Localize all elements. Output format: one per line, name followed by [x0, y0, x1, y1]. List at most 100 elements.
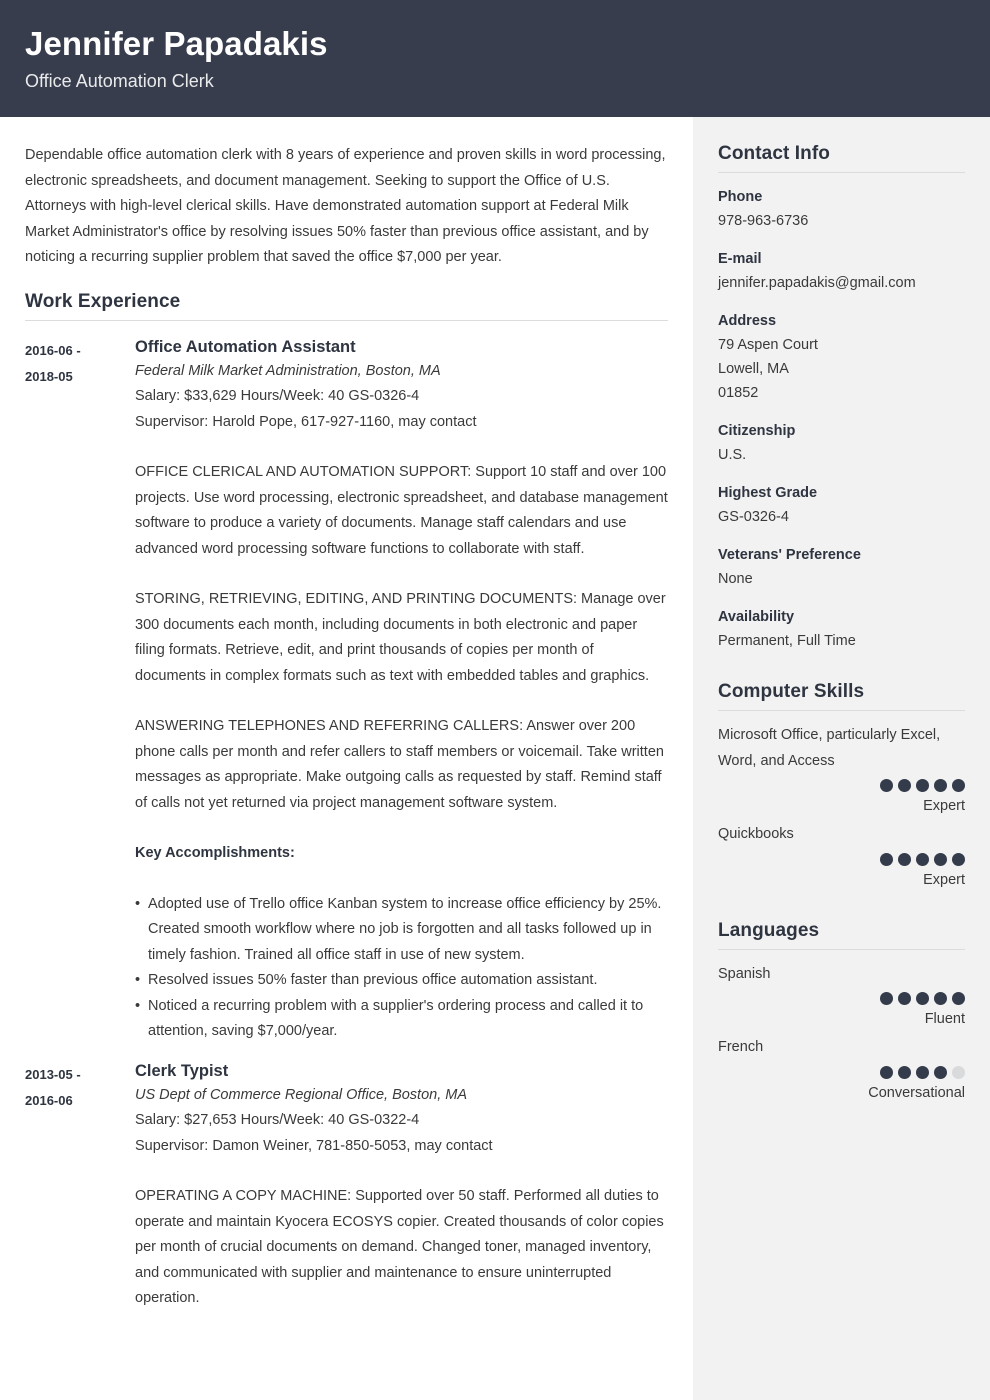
computer-skill-level: Expert: [923, 871, 965, 888]
contact-value: GS-0326-4: [718, 505, 965, 529]
rating-dot-filled: [916, 992, 929, 1005]
job-description-paragraph: OPERATING A COPY MACHINE: Supported over…: [135, 1188, 664, 1306]
main-column: Dependable office automation clerk with …: [0, 117, 693, 1400]
job-salary-line: Salary: $33,629 Hours/Week: 40 GS-0326-4: [135, 388, 420, 404]
computer-skill-name: Quickbooks: [718, 826, 794, 842]
rating-dot-filled: [952, 779, 965, 792]
key-accomplishments-list: Adopted use of Trello office Kanban syst…: [135, 892, 668, 1045]
contact-value: U.S.: [718, 443, 965, 467]
rating-dot-filled: [934, 1065, 947, 1079]
accomplishment-item: Resolved issues 50% faster than previous…: [135, 968, 668, 994]
rating-dot-filled: [880, 852, 893, 866]
job-date-range: 2016-06 - 2018-05: [25, 335, 135, 390]
rating-dot-filled: [916, 1065, 929, 1079]
rating-dot-filled: [880, 779, 893, 792]
resume-document: Jennifer Papadakis Office Automation Cle…: [0, 0, 990, 1400]
rating-dot-filled: [898, 852, 911, 866]
language: Spanish Fluent: [718, 962, 965, 1032]
contact-info-heading: Contact Info: [718, 143, 965, 173]
contact-value-line: Permanent, Full Time: [718, 633, 856, 649]
contact-block: Address 79 Aspen Court Lowell, MA 01852: [718, 309, 965, 405]
contact-value-line: 01852: [718, 385, 759, 401]
sidebar-column: Contact Info Phone 978-963-6736 E-mail jenn…: [693, 117, 990, 1400]
computer-skills-heading: Computer Skills: [718, 681, 965, 711]
rating-dot-filled: [952, 992, 965, 1005]
contact-value-line: None: [718, 571, 753, 587]
contact-label: Availability: [718, 609, 795, 625]
contact-label: E-mail: [718, 251, 762, 267]
rating-dot-filled: [916, 779, 929, 792]
computer-skill: Quickbooks Expert: [718, 822, 965, 892]
job-entry: 2016-06 - 2018-05 Office Automation Assist…: [25, 335, 668, 1045]
contact-value-line: GS-0326-4: [718, 509, 789, 525]
rating-dot-filled: [898, 992, 911, 1005]
language-level: Conversational: [868, 1084, 965, 1101]
rating-dot-filled: [898, 1065, 911, 1079]
language-rating-dots: [718, 992, 965, 1005]
contact-label: Citizenship: [718, 423, 796, 439]
work-experience-list: 2016-06 - 2018-05 Office Automation Assist…: [25, 335, 668, 1312]
job-organization: Federal Milk Market Administration, Bost…: [135, 362, 441, 379]
contact-value-line: U.S.: [718, 447, 747, 463]
contact-value-line: jennifer.papadakis@gmail.com: [718, 275, 916, 291]
job-date-end: 2018-05: [25, 368, 73, 384]
job-details: Office Automation Assistant Federal Milk …: [135, 335, 668, 1045]
contact-value: jennifer.papadakis@gmail.com: [718, 271, 965, 295]
job-title: Office Automation Assistant: [135, 337, 356, 356]
language: French Conversational: [718, 1035, 965, 1105]
candidate-name: Jennifer Papadakis: [25, 25, 328, 62]
contact-value-line: 978-963-6736: [718, 213, 809, 229]
accomplishment-item: Adopted use of Trello office Kanban syst…: [135, 892, 668, 969]
resume-header: Jennifer Papadakis Office Automation Cle…: [0, 0, 990, 117]
contact-block: Citizenship U.S.: [718, 419, 965, 467]
resume-body: Dependable office automation clerk with …: [0, 117, 990, 1400]
job-date-start: 2016-06 -: [25, 342, 81, 358]
contact-block: Availability Permanent, Full Time: [718, 605, 965, 653]
key-accomplishments-label: Key Accomplishments:: [135, 845, 295, 861]
rating-dot-empty: [952, 1065, 965, 1079]
rating-dot-filled: [952, 852, 965, 866]
contact-value: Permanent, Full Time: [718, 629, 965, 653]
rating-dot-filled: [898, 779, 911, 792]
work-experience-heading: Work Experience: [25, 291, 668, 321]
contact-block: Veterans' Preference None: [718, 543, 965, 591]
contact-value-line: 79 Aspen Court: [718, 337, 818, 353]
contact-label: Phone: [718, 189, 763, 205]
job-entry: 2013-05 - 2016-06 Clerk Typist US Dept of C…: [25, 1059, 668, 1312]
contact-label: Address: [718, 313, 777, 329]
computer-skill-rating-dots: [718, 852, 965, 866]
job-description-paragraph: ANSWERING TELEPHONES AND REFERRING CALLE…: [135, 718, 664, 811]
contact-label: Highest Grade: [718, 485, 818, 501]
job-salary-line: Salary: $27,653 Hours/Week: 40 GS-0322-4: [135, 1112, 420, 1128]
job-title: Clerk Typist: [135, 1061, 229, 1080]
language-level: Fluent: [924, 1011, 965, 1027]
job-description-paragraph: OFFICE CLERICAL AND AUTOMATION SUPPORT: …: [135, 464, 668, 557]
contact-value: 978-963-6736: [718, 209, 965, 233]
computer-skill-name: Microsoft Office, particularly Excel, Wo…: [718, 727, 941, 769]
rating-dot-filled: [916, 852, 929, 866]
job-organization: US Dept of Commerce Regional Office, Bos…: [135, 1086, 468, 1103]
language-name: French: [718, 1039, 764, 1055]
contact-block: E-mail jennifer.papadakis@gmail.com: [718, 247, 965, 295]
candidate-job-title: Office Automation Clerk: [25, 71, 214, 91]
computer-skills-list: Microsoft Office, particularly Excel, Wo…: [718, 723, 965, 892]
job-date-end: 2016-06: [25, 1092, 73, 1108]
language-rating-dots: [718, 1065, 965, 1079]
contact-block: Highest Grade GS-0326-4: [718, 481, 965, 529]
job-date-start: 2013-05 -: [25, 1066, 81, 1082]
job-supervisor-line: Supervisor: Harold Pope, 617-927-1160, m…: [135, 413, 477, 430]
job-supervisor-line: Supervisor: Damon Weiner, 781-850-5053, …: [135, 1137, 493, 1154]
rating-dot-filled: [934, 852, 947, 866]
rating-dot-filled: [880, 1065, 893, 1079]
job-description-paragraph: STORING, RETRIEVING, EDITING, AND PRINTI…: [135, 591, 666, 684]
contact-block: Phone 978-963-6736: [718, 185, 965, 233]
rating-dot-filled: [934, 992, 947, 1005]
accomplishment-item: Noticed a recurring problem with a suppl…: [135, 994, 668, 1045]
contact-info-list: Phone 978-963-6736 E-mail jennifer.papadaki…: [718, 185, 965, 653]
rating-dot-filled: [934, 779, 947, 792]
job-date-range: 2013-05 - 2016-06: [25, 1059, 135, 1114]
contact-value-line: Lowell, MA: [718, 361, 789, 377]
computer-skill: Microsoft Office, particularly Excel, Wo…: [718, 723, 965, 818]
professional-summary: Dependable office automation clerk with …: [25, 147, 666, 265]
languages-heading: Languages: [718, 920, 965, 950]
